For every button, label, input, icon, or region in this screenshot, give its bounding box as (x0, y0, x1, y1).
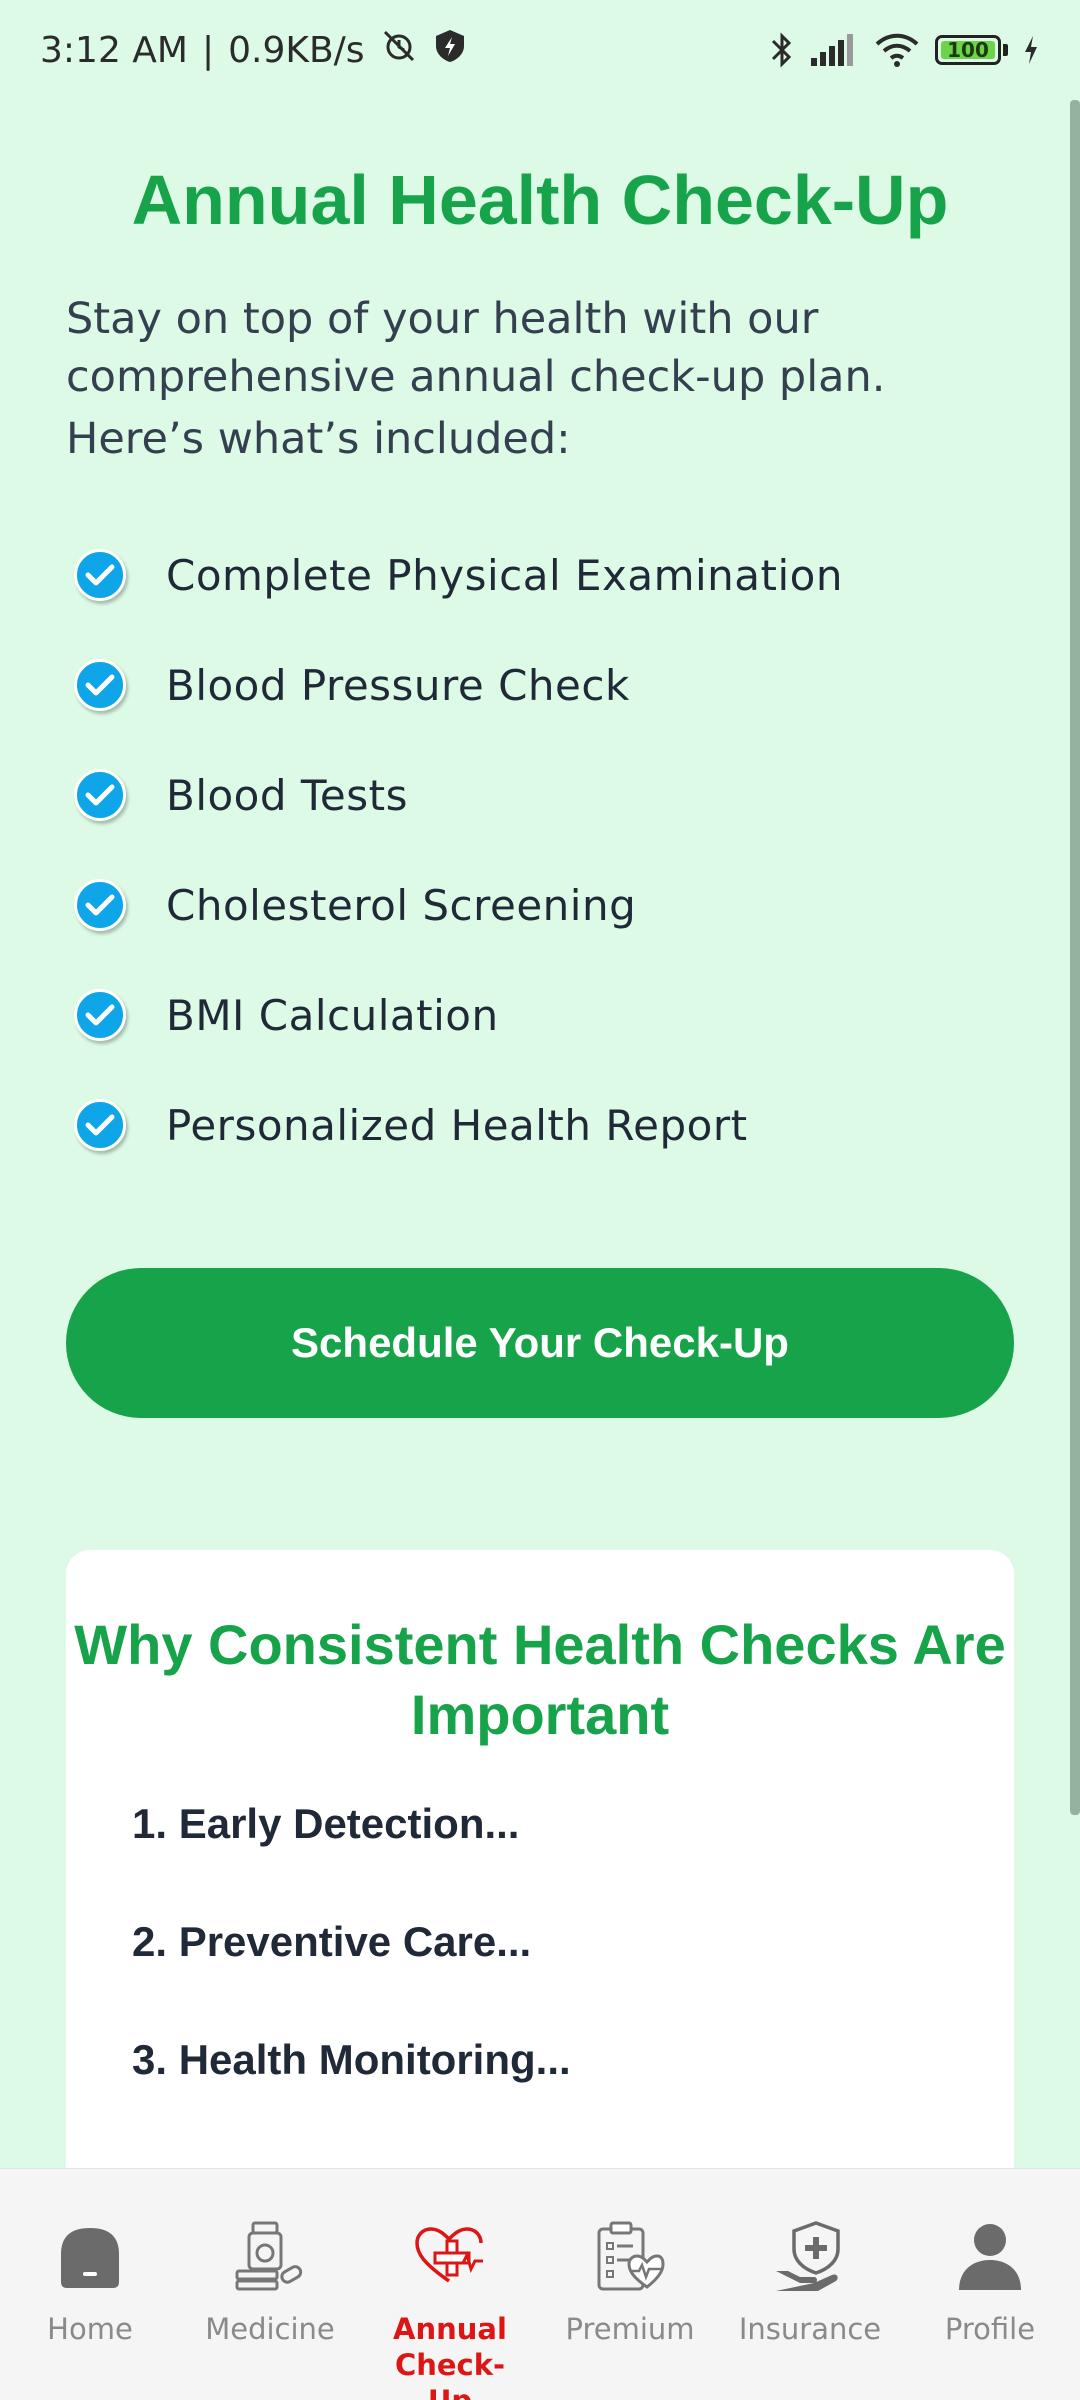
shield-status-icon (433, 28, 467, 73)
list-item-label: Cholesterol Screening (166, 880, 637, 930)
nav-item-medicine[interactable]: Medicine (180, 2217, 360, 2347)
scrollbar[interactable] (1070, 100, 1080, 1815)
list-item-label: Complete Physical Examination (166, 550, 843, 600)
check-circle-icon (74, 549, 126, 601)
intro-line-2: Here’s what’s included: (66, 414, 571, 464)
battery-tip (1003, 44, 1008, 56)
charging-icon (1022, 34, 1040, 66)
check-circle-icon (74, 659, 126, 711)
check-circle-icon (74, 769, 126, 821)
network-speed: 0.9KB/s (228, 29, 365, 71)
nav-item-annual-checkup[interactable]: Annual Check-Up (360, 2217, 540, 2400)
bluetooth-icon (769, 30, 795, 70)
importance-card: Why Consistent Health Checks Are Importa… (66, 1550, 1014, 2250)
intro-text: Stay on top of your health with our comp… (66, 290, 966, 468)
screen: 3:12 AM | 0.9KB/s 100 Annual Health Chec… (0, 0, 1080, 2400)
check-circle-icon (74, 1099, 126, 1151)
list-item-label: Blood Tests (166, 770, 408, 820)
list-item-label: BMI Calculation (166, 990, 499, 1040)
schedule-checkup-button[interactable]: Schedule Your Check-Up (66, 1268, 1014, 1418)
status-time: 3:12 AM (40, 29, 188, 71)
list-item-label: Blood Pressure Check (166, 660, 630, 710)
signal-icon (809, 32, 859, 68)
check-circle-icon (74, 879, 126, 931)
battery-level: 100 (947, 38, 989, 62)
list-item: Blood Tests (74, 740, 974, 850)
status-bar: 3:12 AM | 0.9KB/s 100 (0, 0, 1080, 100)
status-left: 3:12 AM | 0.9KB/s (40, 26, 467, 75)
clipboard-heart-icon (595, 2217, 665, 2297)
person-icon (957, 2217, 1023, 2297)
shield-hand-icon (774, 2217, 846, 2297)
nav-item-insurance[interactable]: Insurance (720, 2217, 900, 2347)
nav-label-profile: Profile (944, 2312, 1036, 2346)
heart-checkup-icon (415, 2217, 485, 2297)
page-title: Annual Health Check-Up (131, 161, 949, 239)
status-right: 100 (769, 30, 1040, 70)
nav-item-profile[interactable]: Profile (900, 2217, 1080, 2347)
reason-item[interactable]: 3. Health Monitoring... (132, 2036, 571, 2084)
nav-item-home[interactable]: Home (0, 2217, 180, 2347)
list-item: Blood Pressure Check (74, 630, 974, 740)
list-item: BMI Calculation (74, 960, 974, 1070)
list-item-label: Personalized Health Report (166, 1100, 748, 1150)
alarm-off-icon (379, 26, 419, 75)
list-item: Cholesterol Screening (74, 850, 974, 960)
nav-label-annual-checkup: Annual Check-Up (393, 2312, 507, 2400)
nav-label-premium: Premium (565, 2312, 695, 2346)
reason-item[interactable]: 2. Preventive Care... (132, 1918, 531, 1966)
list-item: Personalized Health Report (74, 1070, 974, 1180)
medicine-icon (235, 2217, 305, 2297)
nav-label-insurance: Insurance (738, 2312, 882, 2346)
bottom-nav: Home Medicine Annual Check-Up Premium In… (0, 2168, 1080, 2400)
list-item: Complete Physical Examination (74, 520, 974, 630)
battery-icon: 100 (935, 35, 1001, 65)
status-separator: | (201, 29, 215, 71)
nav-label-home: Home (47, 2312, 133, 2346)
check-circle-icon (74, 989, 126, 1041)
home-icon (57, 2217, 123, 2297)
nav-label-medicine: Medicine (205, 2312, 335, 2346)
intro-line-1: Stay on top of your health with our comp… (66, 294, 886, 402)
importance-title: Why Consistent Health Checks Are Importa… (74, 1613, 1006, 1746)
reason-item[interactable]: 1. Early Detection... (132, 1800, 519, 1848)
nav-item-premium[interactable]: Premium (540, 2217, 720, 2347)
included-list: Complete Physical Examination Blood Pres… (74, 520, 974, 1180)
wifi-icon (873, 32, 921, 68)
